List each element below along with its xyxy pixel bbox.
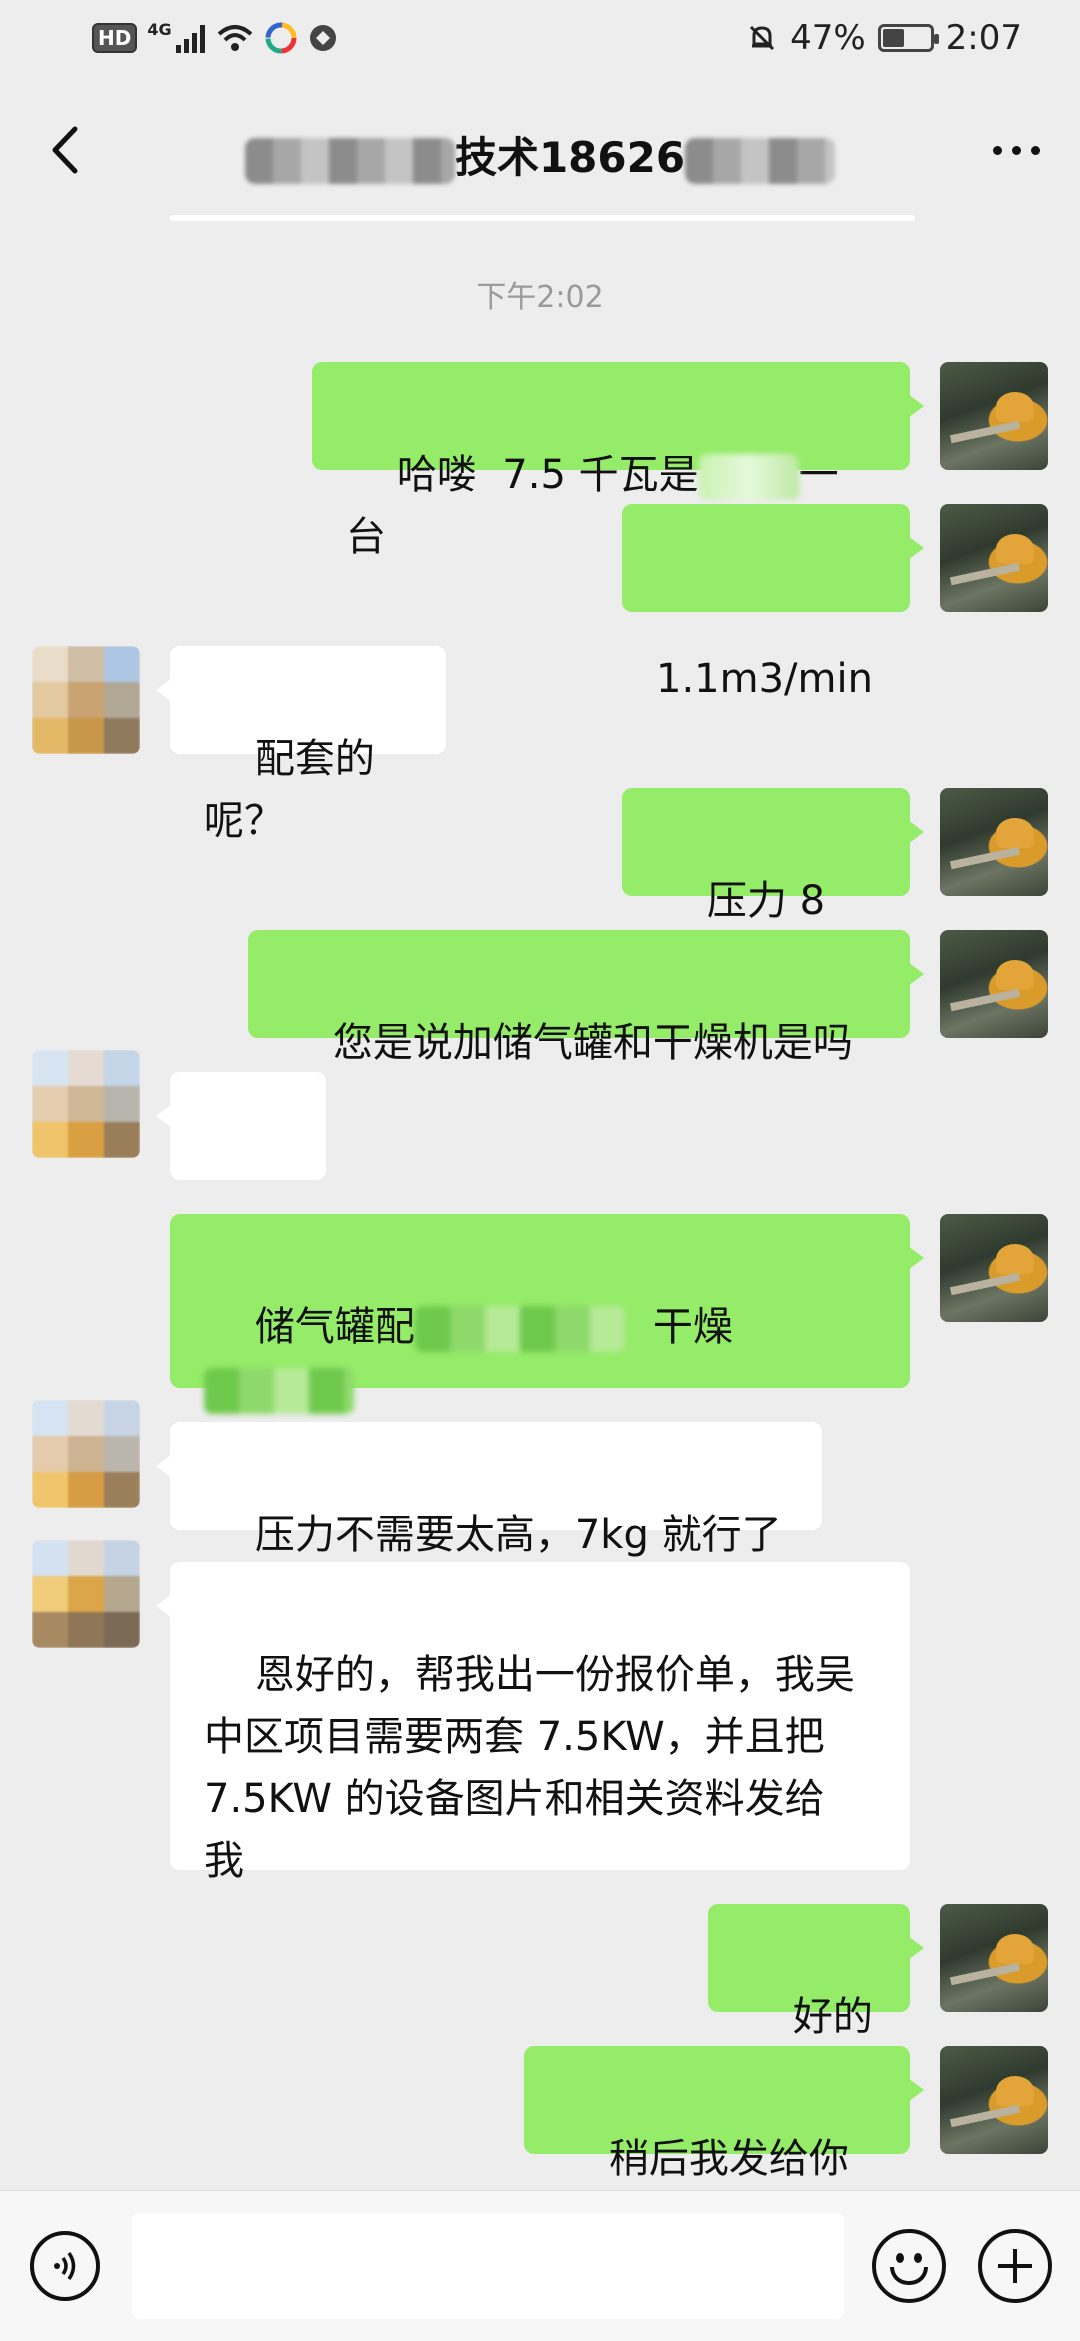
avatar-hat bbox=[996, 818, 1034, 848]
avatar-hat bbox=[996, 1934, 1034, 1964]
avatar-rail bbox=[949, 988, 1021, 1012]
avatar-hat bbox=[996, 534, 1034, 564]
pixelated-avatar bbox=[32, 1050, 140, 1158]
app-notification-icon bbox=[265, 22, 297, 54]
redacted-text bbox=[698, 454, 799, 500]
message-text: 储气罐配 bbox=[254, 1304, 415, 1350]
emoji-icon-eye bbox=[914, 2253, 922, 2263]
message-bubble[interactable]: 配套的呢？ bbox=[156, 646, 446, 844]
avatar-rail bbox=[949, 1962, 1021, 1986]
bell-muted-icon bbox=[750, 25, 775, 51]
message-bubble[interactable]: 好的呀 bbox=[708, 1904, 924, 2102]
avatar-rail bbox=[949, 846, 1021, 870]
battery-fill bbox=[882, 29, 905, 47]
more-dot bbox=[1011, 145, 1021, 155]
contact-avatar[interactable] bbox=[32, 1050, 140, 1158]
message-input[interactable] bbox=[132, 2213, 844, 2319]
my-avatar[interactable] bbox=[940, 788, 1048, 896]
message-text: 恩好的，帮我出一份报价单，我吴 中区项目需要两套 7.5KW，并且把 7.5KW… bbox=[204, 1652, 855, 1884]
contact-avatar[interactable] bbox=[32, 646, 140, 754]
wifi-icon bbox=[217, 25, 252, 51]
avatar-rail bbox=[949, 2104, 1021, 2128]
status-right: 47% 2:07 bbox=[746, 18, 1022, 58]
pixelated-avatar bbox=[32, 646, 140, 754]
message-text: 1.1m3/min bbox=[656, 656, 873, 702]
redacted-name bbox=[244, 137, 455, 184]
battery-icon bbox=[877, 24, 939, 52]
message-bubble[interactable]: 稍后我发给你哈 bbox=[524, 2046, 924, 2244]
voice-icon bbox=[54, 2252, 76, 2280]
hd-badge: HD bbox=[92, 23, 138, 53]
redacted-text bbox=[204, 1368, 354, 1414]
voice-button[interactable] bbox=[30, 2231, 100, 2301]
emoji-icon-eye bbox=[896, 2253, 904, 2263]
avatar-hat bbox=[996, 2076, 1034, 2106]
input-bar bbox=[0, 2190, 1080, 2341]
plus-button[interactable] bbox=[978, 2229, 1052, 2303]
message-text: 压力不需要太高，7kg 就行了 bbox=[254, 1512, 782, 1558]
sync-icon bbox=[309, 25, 336, 51]
message-bubble[interactable]: 哈喽 7.5 千瓦是 一台 bbox=[312, 362, 924, 560]
signal-icon bbox=[175, 23, 205, 53]
my-avatar[interactable] bbox=[940, 2046, 1048, 2154]
my-avatar[interactable] bbox=[940, 1904, 1048, 2012]
contact-avatar[interactable] bbox=[32, 1400, 140, 1508]
pixelated-avatar bbox=[32, 1400, 140, 1508]
more-dot bbox=[992, 145, 1002, 155]
avatar-rail bbox=[949, 1272, 1021, 1296]
emoji-icon-mouth bbox=[890, 2267, 928, 2285]
avatar-hat bbox=[996, 392, 1034, 422]
clock: 2:07 bbox=[945, 18, 1022, 58]
message-timestamp: 下午2:02 bbox=[476, 280, 604, 315]
status-bar: HD 4G 47% 2:07 bbox=[0, 0, 1080, 90]
my-avatar[interactable] bbox=[940, 362, 1048, 470]
network-type: 4G bbox=[147, 19, 172, 39]
emoji-button[interactable] bbox=[872, 2229, 946, 2303]
message-text: 哈喽 7.5 千瓦是 bbox=[396, 452, 699, 498]
message-text: 干燥 bbox=[652, 1304, 733, 1350]
more-button[interactable] bbox=[984, 130, 1048, 170]
avatar-hat bbox=[996, 1244, 1034, 1274]
message-bubble[interactable]: 是的 bbox=[156, 1072, 326, 1270]
message-bubble[interactable]: 压力不需要太高，7kg 就行了 bbox=[156, 1422, 822, 1558]
avatar-rail bbox=[949, 562, 1021, 586]
message-bubble[interactable]: 储气罐配干燥元 bbox=[170, 1214, 924, 1474]
redacted-number bbox=[685, 137, 836, 184]
pinned-bar bbox=[170, 215, 915, 221]
message-bubble[interactable]: 1.1m3/min bbox=[622, 504, 924, 702]
chat-title: 技术18626 bbox=[0, 124, 1080, 185]
chat-title-text: 技术18626 bbox=[454, 133, 686, 182]
redacted-text bbox=[414, 1306, 625, 1352]
more-dot bbox=[1030, 145, 1040, 155]
my-avatar[interactable] bbox=[940, 1214, 1048, 1322]
message-bubble[interactable]: 压力 8 千克 bbox=[622, 788, 924, 986]
contact-avatar[interactable] bbox=[32, 1540, 140, 1648]
message-bubble[interactable]: 您是说加储气罐和干燥机是吗 bbox=[248, 930, 924, 1066]
message-bubble[interactable]: 恩好的，帮我出一份报价单，我吴 中区项目需要两套 7.5KW，并且把 7.5KW… bbox=[156, 1562, 910, 1884]
avatar-hat bbox=[996, 960, 1034, 990]
status-left: HD 4G bbox=[92, 19, 339, 54]
my-avatar[interactable] bbox=[940, 504, 1048, 612]
message-text: 您是说加储气罐和干燥机是吗 bbox=[332, 1020, 853, 1066]
chat-header: 技术18626 bbox=[0, 90, 1080, 210]
battery-percent: 47% bbox=[790, 18, 866, 58]
message-text: 配套的呢？ bbox=[204, 736, 375, 844]
my-avatar[interactable] bbox=[940, 930, 1048, 1038]
avatar-rail bbox=[949, 420, 1021, 444]
pixelated-avatar bbox=[32, 1540, 140, 1648]
